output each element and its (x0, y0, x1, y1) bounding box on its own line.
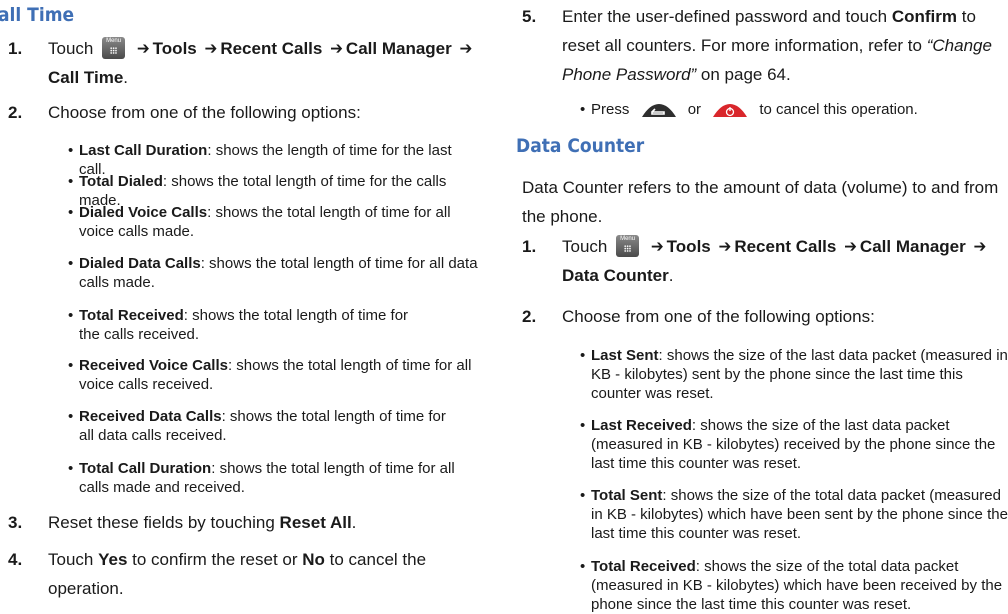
end-key-icon (713, 104, 748, 117)
menu-key-icon: Menu (616, 235, 640, 257)
arrow-right-icon: ➔ (718, 237, 732, 256)
step-number: 1. (8, 39, 23, 58)
arrow-right-icon: ➔ (204, 39, 218, 58)
step-text: Touch Menu ➔ Tools ➔ Recent Calls ➔ Call Ma… (48, 37, 473, 87)
arrow-right-icon: ➔ (136, 39, 150, 58)
menu-key-icon: Menu (102, 37, 126, 59)
arrow-right-icon: ➔ (459, 39, 473, 58)
section-heading-call-time: all Time (0, 4, 75, 26)
intro-paragraph: Data Counter refers to the amount of dat… (522, 178, 999, 226)
back-key-icon (641, 104, 676, 117)
arrow-right-icon: ➔ (844, 237, 857, 256)
arrow-right-icon: ➔ (650, 237, 664, 256)
arrow-right-icon: ➔ (973, 237, 987, 256)
arrow-right-icon: ➔ (330, 39, 343, 58)
section-heading-data-counter: Data Counter (516, 135, 645, 157)
